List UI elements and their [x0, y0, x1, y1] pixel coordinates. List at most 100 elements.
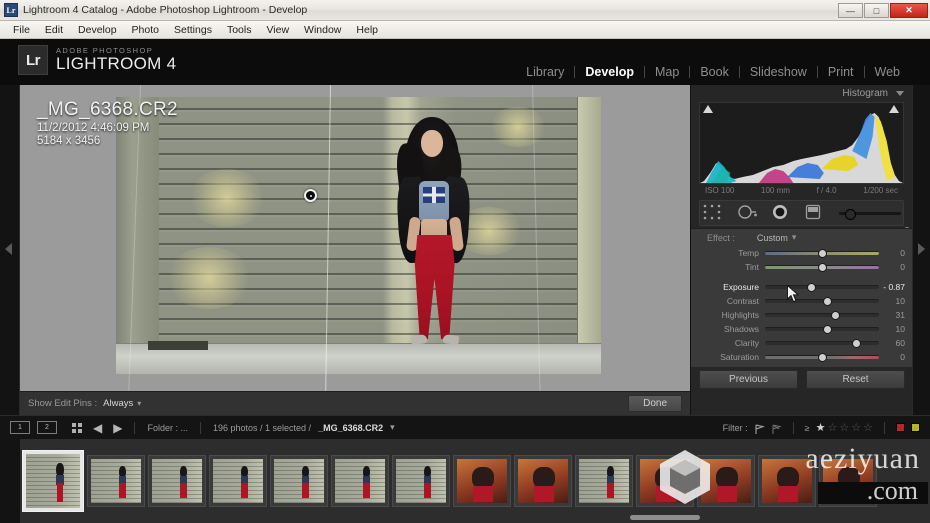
filmstrip[interactable]: [0, 439, 930, 523]
minimize-button[interactable]: —: [838, 3, 863, 18]
filmstrip-thumbnail[interactable]: [636, 455, 694, 507]
filmstrip-thumbnail[interactable]: [697, 455, 755, 507]
chevron-down-icon[interactable]: ▾: [390, 422, 395, 433]
main-window-view-button[interactable]: 1: [10, 421, 30, 434]
slider-knob-contrast[interactable]: [823, 297, 833, 306]
star-4-icon[interactable]: ☆: [851, 421, 861, 434]
chevron-down-icon[interactable]: ▾: [137, 399, 141, 408]
slider-row-exposure[interactable]: Exposure - 0.87: [699, 280, 905, 294]
menu-item-help[interactable]: Help: [349, 23, 385, 37]
slider-track-highlights[interactable]: [765, 311, 879, 320]
identity-plate[interactable]: Lr ADOBE PHOTOSHOP LIGHTROOM 4: [18, 45, 176, 75]
slider-track-shadows[interactable]: [765, 325, 879, 334]
slider-track-saturation[interactable]: [765, 353, 879, 362]
slider-row-shadows[interactable]: Shadows 10: [699, 322, 905, 336]
flag-reject-icon[interactable]: [771, 422, 782, 434]
histogram-header[interactable]: Histogram: [691, 85, 912, 101]
menu-item-develop[interactable]: Develop: [71, 23, 124, 37]
expand-right-panel-icon[interactable]: [918, 243, 925, 255]
color-label-red[interactable]: [896, 423, 905, 432]
maximize-button[interactable]: □: [864, 3, 889, 18]
filmstrip-scrollbar[interactable]: [0, 515, 930, 521]
slider-track-temp[interactable]: [765, 249, 879, 258]
color-label-yellow[interactable]: [911, 423, 920, 432]
module-library[interactable]: Library: [516, 65, 574, 79]
filmstrip-thumbnail[interactable]: [270, 455, 328, 507]
module-web[interactable]: Web: [865, 65, 910, 79]
menu-item-view[interactable]: View: [259, 23, 296, 37]
spot-removal-icon[interactable]: [737, 204, 757, 222]
module-map[interactable]: Map: [645, 65, 689, 79]
done-button[interactable]: Done: [628, 395, 682, 412]
shadow-clipping-indicator[interactable]: [703, 105, 714, 116]
slider-row-saturation[interactable]: Saturation 0: [699, 350, 905, 364]
module-develop[interactable]: Develop: [575, 65, 644, 79]
rating-stars[interactable]: ★ ☆ ☆ ☆ ☆: [816, 421, 873, 434]
reset-button[interactable]: Reset: [806, 369, 905, 389]
source-breadcrumb[interactable]: Folder : ...: [147, 423, 188, 433]
star-2-icon[interactable]: ☆: [828, 421, 838, 434]
slider-row-clarity[interactable]: Clarity 60: [699, 336, 905, 350]
filmstrip-thumbnail[interactable]: [87, 455, 145, 507]
menu-item-file[interactable]: File: [6, 23, 37, 37]
graduated-filter-icon[interactable]: [805, 204, 825, 222]
flag-pick-icon[interactable]: [754, 422, 765, 434]
slider-knob-clarity[interactable]: [851, 339, 861, 348]
previous-button[interactable]: Previous: [699, 369, 798, 389]
red-eye-icon[interactable]: [771, 204, 791, 222]
filmstrip-thumbnail[interactable]: [453, 455, 511, 507]
slider-knob-exposure[interactable]: [807, 283, 817, 292]
slider-row-temp[interactable]: Temp 0: [699, 246, 905, 260]
slider-track-exposure[interactable]: [765, 283, 879, 292]
slider-row-tint[interactable]: Tint 0: [699, 260, 905, 274]
slider-track-clarity[interactable]: [765, 339, 879, 348]
chevron-down-icon[interactable]: ▾: [792, 232, 797, 243]
rating-operator[interactable]: ≥: [805, 423, 810, 433]
menu-item-settings[interactable]: Settings: [167, 23, 219, 37]
slider-row-highlights[interactable]: Highlights 31: [699, 308, 905, 322]
crop-overlay-icon[interactable]: [703, 204, 723, 222]
left-panel-collapsed-gutter[interactable]: [0, 85, 20, 415]
filmstrip-thumbnail-selected[interactable]: [22, 450, 84, 512]
slider-row-contrast[interactable]: Contrast 10: [699, 294, 905, 308]
chevron-down-icon[interactable]: [896, 90, 904, 96]
effect-row[interactable]: Effect : Custom ▾: [691, 229, 913, 244]
go-forward-icon[interactable]: ▶: [113, 421, 122, 435]
filmstrip-thumbnail[interactable]: [758, 455, 816, 507]
histogram-graph[interactable]: [699, 102, 904, 184]
secondary-window-view-button[interactable]: 2: [37, 421, 57, 434]
slider-track-contrast[interactable]: [765, 297, 879, 306]
photo-canvas[interactable]: _MG_6368.CR2 11/2/2012 4:46:09 PM 5184 x…: [20, 85, 690, 391]
go-back-icon[interactable]: ◀: [93, 421, 102, 435]
highlight-clipping-indicator[interactable]: [889, 105, 900, 116]
slider-knob-shadows[interactable]: [823, 325, 833, 334]
slider-knob-temp[interactable]: [817, 249, 827, 258]
grid-view-icon[interactable]: [72, 422, 82, 433]
menu-item-window[interactable]: Window: [297, 23, 348, 37]
adjustment-brush-icon[interactable]: [838, 208, 901, 220]
star-1-icon[interactable]: ★: [816, 421, 826, 434]
selected-filename[interactable]: _MG_6368.CR2: [318, 423, 383, 433]
filmstrip-thumbnail[interactable]: [392, 455, 450, 507]
filmstrip-thumbnail[interactable]: [331, 455, 389, 507]
right-panel-collapsed-gutter[interactable]: [912, 85, 930, 415]
show-edit-pins-value[interactable]: Always: [103, 398, 133, 409]
star-3-icon[interactable]: ☆: [839, 421, 849, 434]
star-5-icon[interactable]: ☆: [863, 421, 873, 434]
close-button[interactable]: ✕: [890, 3, 928, 18]
filmstrip-thumbnail[interactable]: [514, 455, 572, 507]
menu-item-tools[interactable]: Tools: [220, 23, 259, 37]
module-print[interactable]: Print: [818, 65, 864, 79]
filmstrip-thumbnail[interactable]: [209, 455, 267, 507]
effect-value[interactable]: Custom: [757, 233, 788, 243]
slider-knob-tint[interactable]: [817, 263, 827, 272]
menu-item-edit[interactable]: Edit: [38, 23, 70, 37]
module-slideshow[interactable]: Slideshow: [740, 65, 817, 79]
menu-item-photo[interactable]: Photo: [125, 23, 166, 37]
edit-pin[interactable]: [304, 189, 317, 202]
filmstrip-thumbnail[interactable]: [575, 455, 633, 507]
filmstrip-thumbnail[interactable]: [148, 455, 206, 507]
module-book[interactable]: Book: [690, 65, 739, 79]
slider-knob-saturation[interactable]: [817, 353, 827, 362]
expand-left-panel-icon[interactable]: [5, 243, 12, 255]
